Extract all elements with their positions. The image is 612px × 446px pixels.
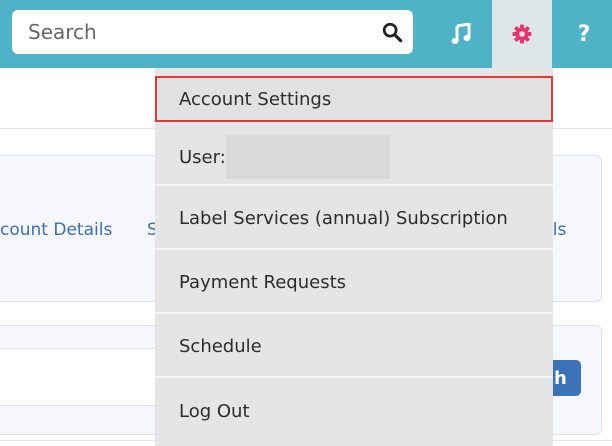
redacted-username [225, 135, 390, 179]
menu-item-label: Account Settings [179, 88, 332, 110]
gear-icon [512, 24, 532, 44]
menu-item-log-out[interactable]: Log Out [155, 380, 553, 442]
menu-item-user[interactable]: User: [155, 130, 553, 186]
help-button[interactable]: ? [556, 0, 612, 68]
music-button[interactable] [433, 0, 489, 68]
music-note-icon [451, 23, 471, 44]
account-details-link[interactable]: count Details [0, 220, 112, 240]
menu-item-label: Schedule [179, 335, 262, 357]
menu-item-label: Payment Requests [179, 271, 347, 293]
search-icon[interactable] [381, 21, 403, 43]
settings-button[interactable] [492, 0, 552, 68]
menu-item-label: User: [179, 146, 226, 168]
search-box[interactable] [12, 10, 413, 54]
panel-search-button-label: h [554, 367, 567, 389]
menu-item-payment-requests[interactable]: Payment Requests [155, 252, 553, 314]
menu-item-label: Label Services (annual) Subscription [179, 207, 508, 229]
menu-item-schedule[interactable]: Schedule [155, 316, 553, 378]
search-input[interactable] [28, 10, 368, 54]
menu-item-label: Log Out [179, 400, 250, 422]
top-navigation-bar: ? [0, 0, 612, 68]
help-icon: ? [577, 21, 591, 47]
settings-dropdown-menu: Account Settings User: Label Services (a… [155, 68, 553, 446]
menu-item-account-settings[interactable]: Account Settings [155, 76, 553, 122]
menu-item-label-services-subscription[interactable]: Label Services (annual) Subscription [155, 188, 553, 250]
